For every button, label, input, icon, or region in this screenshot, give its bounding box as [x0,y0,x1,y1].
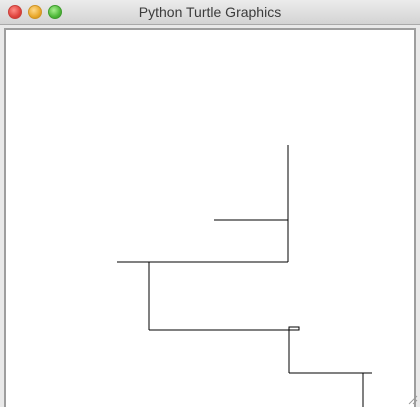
turtle-drawing [117,145,372,407]
turtle-window: Python Turtle Graphics [0,0,420,407]
turtle-marker [288,326,300,331]
window-title: Python Turtle Graphics [138,4,282,20]
turtle-canvas[interactable] [6,30,414,407]
title-bar[interactable]: Python Turtle Graphics [0,0,420,25]
resize-grip-icon[interactable] [406,393,418,405]
